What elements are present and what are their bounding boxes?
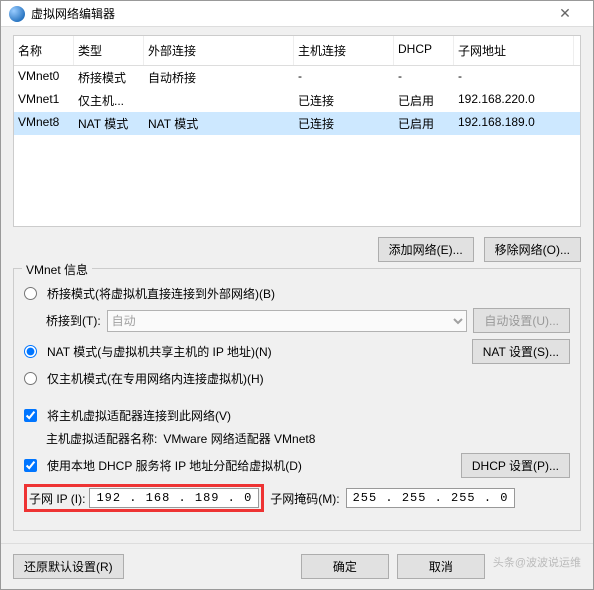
cancel-button[interactable]: 取消 bbox=[397, 554, 485, 579]
dhcp-settings-button[interactable]: DHCP 设置(P)... bbox=[461, 453, 570, 478]
radio-hostonly[interactable] bbox=[24, 372, 37, 385]
restore-defaults-button[interactable]: 还原默认设置(R) bbox=[13, 554, 124, 579]
radio-hostonly-label: 仅主机模式(在专用网络内连接虚拟机)(H) bbox=[47, 370, 264, 387]
col-host[interactable]: 主机连接 bbox=[294, 36, 394, 65]
subnet-ip-label: 子网 IP (I): bbox=[29, 490, 85, 507]
subnet-mask-input[interactable]: 255 . 255 . 255 . 0 bbox=[346, 488, 516, 508]
col-name[interactable]: 名称 bbox=[14, 36, 74, 65]
chk-dhcp[interactable] bbox=[24, 459, 37, 472]
bridge-to-select[interactable]: 自动 bbox=[107, 310, 468, 332]
subnet-ip-input[interactable]: 192 . 168 . 189 . 0 bbox=[89, 488, 259, 508]
radio-bridge-label: 桥接模式(将虚拟机直接连接到外部网络)(B) bbox=[47, 285, 275, 302]
close-icon[interactable]: ✕ bbox=[545, 5, 585, 22]
host-adapter-name-value: VMware 网络适配器 VMnet8 bbox=[163, 430, 315, 447]
table-row[interactable]: VMnet1 仅主机... 已连接 已启用 192.168.220.0 bbox=[14, 89, 580, 112]
watermark: 头条@波波说运维 bbox=[493, 554, 581, 579]
col-ext[interactable]: 外部连接 bbox=[144, 36, 294, 65]
network-table[interactable]: 名称 类型 外部连接 主机连接 DHCP 子网地址 VMnet0 桥接模式 自动… bbox=[13, 35, 581, 227]
col-subnet[interactable]: 子网地址 bbox=[454, 36, 574, 65]
radio-nat-label: NAT 模式(与虚拟机共享主机的 IP 地址)(N) bbox=[47, 343, 272, 360]
nat-settings-button[interactable]: NAT 设置(S)... bbox=[472, 339, 570, 364]
col-type[interactable]: 类型 bbox=[74, 36, 144, 65]
host-adapter-name-label: 主机虚拟适配器名称: bbox=[46, 430, 157, 447]
subnet-ip-highlight: 子网 IP (I): 192 . 168 . 189 . 0 bbox=[24, 484, 264, 512]
bridge-to-label: 桥接到(T): bbox=[46, 312, 101, 329]
chk-dhcp-label: 使用本地 DHCP 服务将 IP 地址分配给虚拟机(D) bbox=[47, 457, 302, 474]
subnet-mask-label: 子网掩码(M): bbox=[270, 490, 339, 507]
vmnet-info-group: VMnet 信息 桥接模式(将虚拟机直接连接到外部网络)(B) 桥接到(T): … bbox=[13, 268, 581, 531]
group-legend: VMnet 信息 bbox=[22, 261, 92, 278]
chk-host-adapter-label: 将主机虚拟适配器连接到此网络(V) bbox=[47, 407, 231, 424]
radio-nat[interactable] bbox=[24, 345, 37, 358]
app-icon bbox=[9, 6, 25, 22]
radio-bridge[interactable] bbox=[24, 287, 37, 300]
add-network-button[interactable]: 添加网络(E)... bbox=[378, 237, 474, 262]
table-row[interactable]: VMnet0 桥接模式 自动桥接 - - - bbox=[14, 66, 580, 89]
window-title: 虚拟网络编辑器 bbox=[31, 5, 545, 22]
auto-settings-button[interactable]: 自动设置(U)... bbox=[473, 308, 570, 333]
col-dhcp[interactable]: DHCP bbox=[394, 36, 454, 65]
remove-network-button[interactable]: 移除网络(O)... bbox=[484, 237, 581, 262]
chk-host-adapter[interactable] bbox=[24, 409, 37, 422]
ok-button[interactable]: 确定 bbox=[301, 554, 389, 579]
table-row[interactable]: VMnet8 NAT 模式 NAT 模式 已连接 已启用 192.168.189… bbox=[14, 112, 580, 135]
